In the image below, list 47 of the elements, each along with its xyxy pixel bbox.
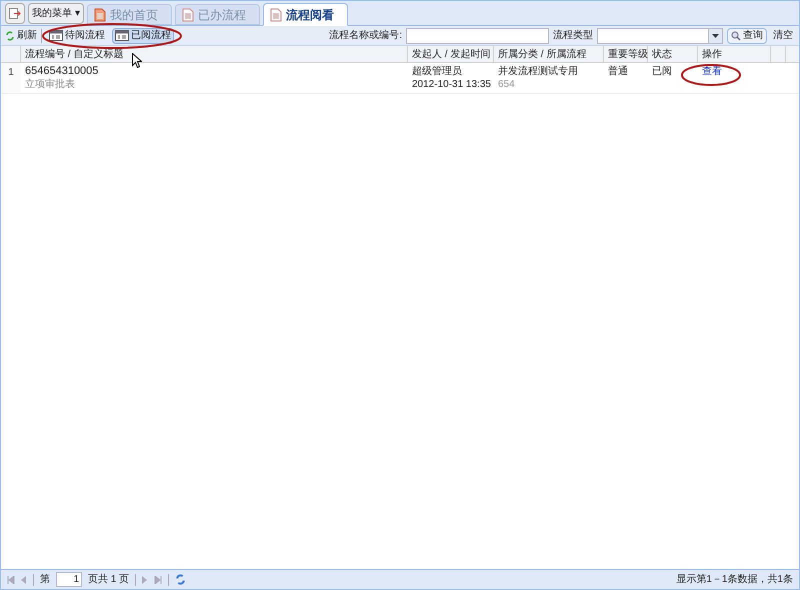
filter-button[interactable]: 待阅流程 xyxy=(46,28,108,44)
previous-page-icon[interactable] xyxy=(21,576,27,584)
refresh-icon xyxy=(5,30,15,40)
table-cell-text: 并发流程测试专用 xyxy=(498,65,579,78)
table-cell-text: 654654310005 xyxy=(25,65,100,78)
menu-button[interactable]: 我的菜单 ▾ xyxy=(28,3,84,24)
column-header[interactable]: 重要等级 xyxy=(604,46,648,62)
table-cell: 普通 xyxy=(608,66,628,77)
exit-button[interactable] xyxy=(5,3,25,24)
column-header[interactable]: 所属分类 / 所属流程 xyxy=(494,46,604,62)
column-header[interactable]: 操作 xyxy=(698,46,771,62)
type-label: 流程类型 xyxy=(553,28,593,43)
column-header[interactable]: 发起人 / 发起时间 xyxy=(408,46,494,62)
list-icon xyxy=(49,30,63,41)
table-cell: 2012-10-31 13:35 xyxy=(412,78,490,91)
chevron-down-icon xyxy=(712,34,719,38)
page-input[interactable]: 1 xyxy=(56,572,82,587)
page-prefix: 第 xyxy=(40,573,50,587)
document-icon xyxy=(270,8,282,22)
column-header[interactable]: 状态 xyxy=(648,46,698,62)
name-input[interactable] xyxy=(406,28,549,44)
table-cell: 已阅 xyxy=(652,66,672,77)
mouse-cursor-icon xyxy=(132,53,142,68)
exit-icon xyxy=(9,8,21,19)
refresh-icon[interactable] xyxy=(175,574,186,585)
tab[interactable]: 流程阅看 xyxy=(262,3,348,26)
first-page-icon[interactable] xyxy=(7,576,15,584)
list-icon xyxy=(115,30,129,41)
annotation-ellipse xyxy=(681,64,741,86)
table-cell-text: 超级管理员 xyxy=(412,65,463,78)
document-icon xyxy=(94,8,106,22)
table-cell-text: 654 xyxy=(498,78,516,91)
view-link[interactable]: 查看 xyxy=(702,66,722,77)
next-page-icon[interactable] xyxy=(142,576,148,584)
row-number: 1 xyxy=(1,63,21,93)
document-icon xyxy=(182,8,194,22)
last-page-icon[interactable] xyxy=(154,576,162,584)
filter-button[interactable]: 已阅流程 xyxy=(112,28,174,44)
record-summary: 显示第1－1条数据，共1条 xyxy=(676,572,793,587)
search-icon xyxy=(731,30,741,40)
table-cell-text: 立项审批表 xyxy=(25,78,76,91)
refresh-button[interactable]: 刷新 xyxy=(5,28,37,43)
search-button[interactable]: 查询 xyxy=(727,28,767,44)
type-dropdown[interactable] xyxy=(597,28,723,44)
clear-button[interactable]: 清空 xyxy=(771,28,795,43)
name-label: 流程名称或编号: xyxy=(329,28,402,43)
page-count: 页共 1 页 xyxy=(88,572,130,587)
